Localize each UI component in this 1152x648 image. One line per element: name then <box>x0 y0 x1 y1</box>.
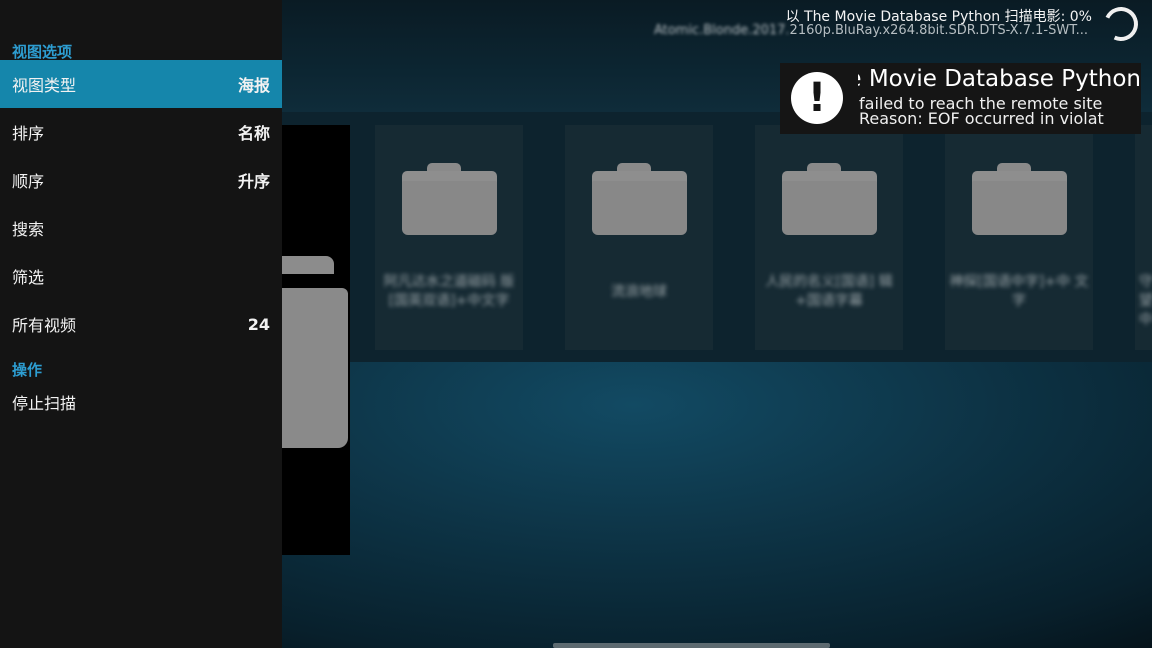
folder-icon <box>782 163 877 235</box>
sort-item[interactable]: 排序 名称 <box>0 108 282 156</box>
menu-item-label: 排序 <box>12 124 45 143</box>
scan-file-name-rest: 2160p.BluRay.x264.8bit.SDR.DTS-X.7.1-SWT… <box>789 23 1088 38</box>
notification-title-text: The Movie Database Python <box>858 66 1141 92</box>
menu-item-label: 搜索 <box>12 220 45 239</box>
folder-title: 人民的名义[国语] 辑+国语字幕 <box>765 274 893 309</box>
menu-item-label: 停止扫描 <box>12 394 77 413</box>
folder-title: 神探[国语中字]+中 文字 <box>949 274 1089 309</box>
menu-item-label: 视图类型 <box>12 76 77 95</box>
folder-title: 流浪地球 <box>611 284 667 300</box>
folder-tile[interactable]: 人民的名义[国语] 辑+国语字幕 <box>755 125 903 350</box>
error-notification: ! The Movie Database Python failed to re… <box>780 63 1141 134</box>
actions-heading: 操作 <box>12 361 43 379</box>
folder-title: 守望 中 <box>1139 274 1152 328</box>
menu-item-label: 顺序 <box>12 172 45 191</box>
menu-item-value: 24 <box>247 314 270 334</box>
folder-icon <box>402 163 497 235</box>
folder-tile[interactable]: 阿凡达水之道磁码 版[国英双语]+中文字 <box>375 125 523 350</box>
notification-title: The Movie Database Python <box>858 66 1141 96</box>
folder-title: 阿凡达水之道磁码 版[国英双语]+中文字 <box>383 274 515 309</box>
folder-tile[interactable]: 守望 中 <box>1135 125 1152 350</box>
menu-item-label: 筛选 <box>12 268 45 287</box>
scan-file-name-blurred: Atomic.Blonde.2017. <box>653 23 790 38</box>
scan-file-name: Atomic.Blonde.2017.2160p.BluRay.x264.8bi… <box>638 23 1088 38</box>
menu-item-label: 所有视频 <box>12 316 77 335</box>
folder-icon <box>592 163 687 235</box>
menu-item-value: 升序 <box>237 172 270 191</box>
search-item[interactable]: 搜索 <box>0 204 282 252</box>
folder-icon <box>972 163 1067 235</box>
view-type-item[interactable]: 视图类型 海报 <box>0 60 282 108</box>
view-options-sidebar: 视图选项 视图类型 海报 排序 名称 顺序 升序 搜索 筛选 所有视频 24 操… <box>0 0 282 648</box>
view-options-heading: 视图选项 <box>12 43 73 61</box>
filter-item[interactable]: 筛选 <box>0 252 282 300</box>
all-videos-item[interactable]: 所有视频 24 <box>0 300 282 348</box>
folder-tile[interactable]: 神探[国语中字]+中 文字 <box>945 125 1093 350</box>
horizontal-scrollbar[interactable] <box>553 643 830 648</box>
notification-reason: Reason: EOF occurred in violat <box>859 109 1104 128</box>
menu-item-value: 海报 <box>237 76 270 95</box>
exclamation-icon: ! <box>791 72 843 124</box>
order-item[interactable]: 顺序 升序 <box>0 156 282 204</box>
folder-tile[interactable]: 流浪地球 <box>565 125 713 350</box>
menu-item-value: 名称 <box>237 124 270 143</box>
stop-scan-button[interactable]: 停止扫描 <box>0 378 282 426</box>
